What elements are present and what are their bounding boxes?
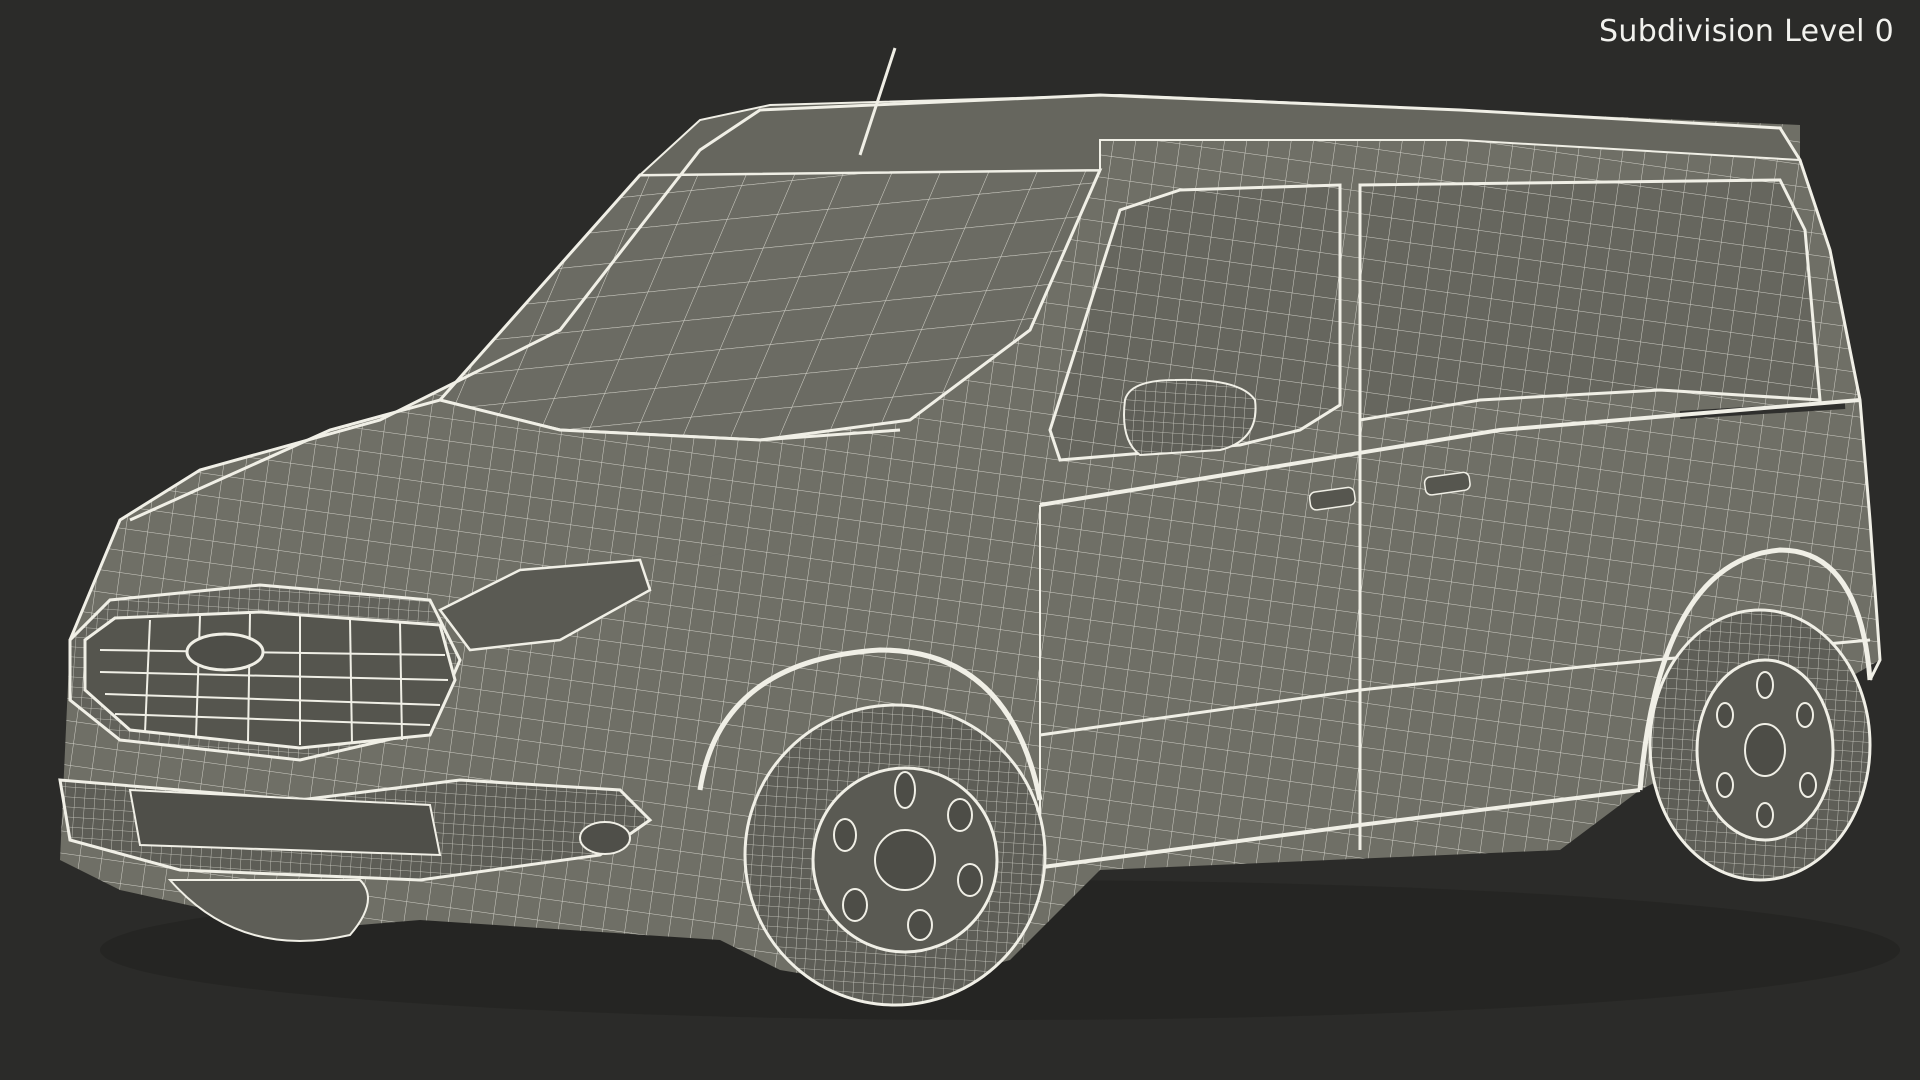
side-mirror [1123,378,1257,457]
front-grille [83,610,457,750]
fog-light [579,821,631,855]
badge-logo [185,632,265,672]
3d-viewport[interactable]: Subdivision Level 0 [0,0,1920,1080]
van-wireframe-render [58,47,1900,1020]
subdivision-level-label: Subdivision Level 0 [1599,14,1894,49]
rear-side-window [1358,178,1822,422]
